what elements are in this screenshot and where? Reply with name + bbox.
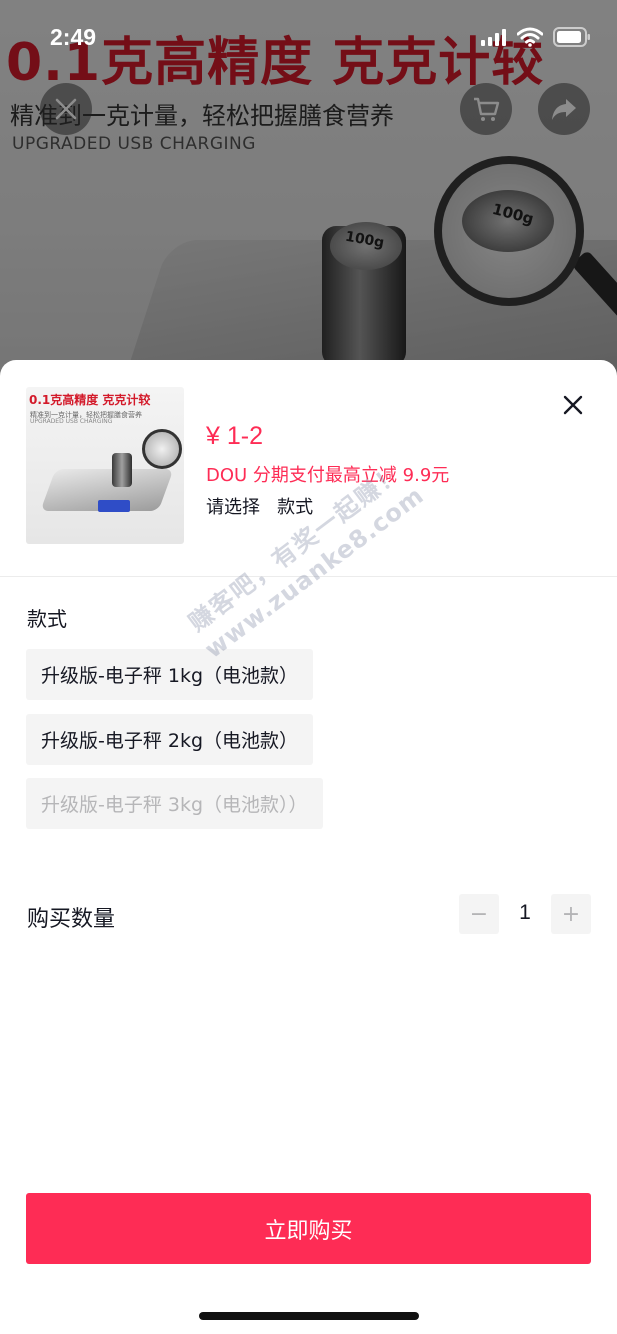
thumbnail-english: UPGRADED USB CHARGING bbox=[30, 418, 113, 425]
close-sheet-button[interactable] bbox=[558, 390, 588, 420]
thumbnail-weight bbox=[112, 453, 132, 487]
quantity-value[interactable]: 1 bbox=[512, 901, 538, 925]
thumbnail-scale-screen bbox=[98, 500, 130, 512]
selection-hint-label: 请选择 bbox=[206, 497, 260, 518]
status-time: 2:49 bbox=[50, 24, 97, 50]
plus-icon: + bbox=[561, 901, 581, 927]
option-label: 升级版-电子秤 3kg（电池款）） bbox=[41, 794, 308, 816]
thumbnail-magnifier bbox=[142, 429, 182, 469]
quantity-decrease-button[interactable]: − bbox=[459, 894, 499, 934]
quantity-label: 购买数量 bbox=[27, 907, 116, 932]
battery-icon bbox=[553, 27, 590, 47]
buy-now-button[interactable]: 立即购买 bbox=[26, 1193, 591, 1264]
option-2kg[interactable]: 升级版-电子秤 2kg（电池款） bbox=[26, 714, 314, 765]
style-section-title: 款式 bbox=[27, 607, 67, 631]
product-thumbnail: 0.1克高精度 克克计较 精准到一克计量，轻松把握膳食营养 UPGRADED U… bbox=[26, 387, 184, 544]
home-indicator bbox=[199, 1312, 419, 1320]
sku-selection-sheet: 0.1克高精度 克克计较 精准到一克计量，轻松把握膳食营养 UPGRADED U… bbox=[0, 360, 617, 1334]
close-icon bbox=[563, 395, 583, 415]
selection-hint: 请选择 款式 bbox=[206, 493, 313, 519]
price-range: ¥ 1-2 bbox=[206, 422, 263, 450]
wifi-icon bbox=[517, 27, 543, 47]
option-3kg-disabled: 升级版-电子秤 3kg（电池款）） bbox=[26, 778, 323, 829]
minus-icon: − bbox=[469, 901, 489, 927]
option-label: 升级版-电子秤 2kg（电池款） bbox=[41, 730, 299, 752]
signal-icon bbox=[481, 29, 506, 46]
buy-now-label: 立即购买 bbox=[264, 1218, 353, 1244]
thumbnail-title: 0.1克高精度 克克计较 bbox=[29, 393, 151, 407]
status-icons bbox=[481, 27, 591, 47]
quantity-increase-button[interactable]: + bbox=[551, 894, 591, 934]
